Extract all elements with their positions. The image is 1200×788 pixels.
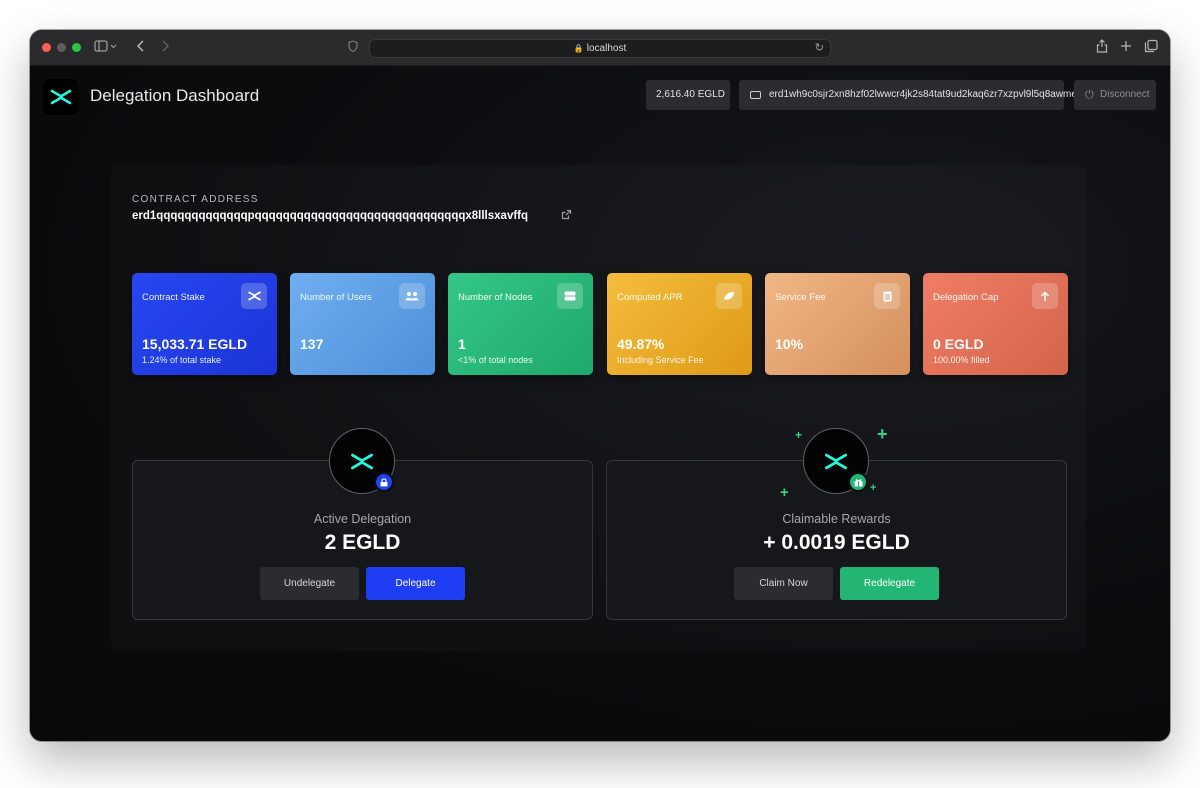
close-window-button[interactable] bbox=[42, 43, 51, 52]
forward-arrow-icon[interactable] bbox=[160, 39, 170, 57]
zoom-window-button[interactable] bbox=[72, 43, 81, 52]
reload-icon[interactable]: ↻ bbox=[815, 40, 824, 57]
wallet-address: erd1wh9c0sjr2xn8hzf02lwwcr4jk2s84tat9ud2… bbox=[769, 89, 1082, 100]
sidebar-toggle-icon[interactable] bbox=[94, 39, 118, 57]
stat-card-delegation-cap: Delegation Cap 0 EGLD 100.00% filled bbox=[923, 273, 1068, 375]
dashboard-page: Delegation Dashboard 2,616.40 EGLD erd1w… bbox=[30, 66, 1170, 741]
delegate-button[interactable]: Delegate bbox=[366, 567, 465, 600]
sparkle-plus-icon: + bbox=[795, 428, 803, 442]
stat-value: 137 bbox=[300, 336, 324, 352]
stat-value: 10% bbox=[775, 336, 804, 352]
stat-label: Computed APR bbox=[617, 292, 683, 303]
power-icon: ⏻ bbox=[1085, 89, 1094, 101]
receipt-icon bbox=[874, 283, 900, 309]
stat-value: 15,033.71 EGLD bbox=[142, 336, 248, 352]
browser-window: 🔒 localhost ↻ Delegation Dashboard 2,616.… bbox=[30, 30, 1170, 741]
sparkle-plus-icon: + bbox=[877, 424, 888, 444]
redelegate-button[interactable]: Redelegate bbox=[840, 567, 939, 600]
contract-address: erd1qqqqqqqqqqqqqpqqqqqqqqqqqqqqqqqqqqqq… bbox=[132, 210, 529, 222]
new-tab-icon[interactable] bbox=[1120, 39, 1132, 57]
page-title: Delegation Dashboard bbox=[90, 86, 260, 105]
leaf-icon bbox=[716, 283, 742, 309]
stat-value: 0 EGLD bbox=[933, 336, 984, 352]
contract-address-label: CONTRACT ADDRESS bbox=[132, 194, 259, 205]
share-icon[interactable] bbox=[1096, 39, 1108, 57]
external-link-icon[interactable] bbox=[561, 209, 572, 223]
multiversx-logo[interactable] bbox=[43, 79, 79, 115]
lock-icon bbox=[374, 472, 394, 492]
browser-titlebar: 🔒 localhost ↻ bbox=[30, 30, 1170, 66]
claimable-rewards-value: + 0.0019 EGLD bbox=[763, 531, 910, 554]
wallet-address-pill[interactable]: erd1wh9c0sjr2xn8hzf02lwwcr4jk2s84tat9ud2… bbox=[739, 80, 1082, 110]
stat-subtext: 100.00% filled bbox=[933, 355, 990, 365]
wallet-balance: 2,616.40 EGLD bbox=[646, 80, 730, 110]
address-bar[interactable]: 🔒 localhost ↻ bbox=[369, 39, 831, 58]
stat-subtext: 1.24% of total stake bbox=[142, 355, 222, 365]
stat-label: Contract Stake bbox=[142, 292, 205, 303]
claim-now-button[interactable]: Claim Now bbox=[734, 567, 833, 600]
claimable-rewards-title: Claimable Rewards bbox=[782, 512, 891, 526]
back-arrow-icon[interactable] bbox=[136, 39, 146, 57]
stat-card-nodes: Number of Nodes 1 <1% of total nodes bbox=[448, 273, 593, 375]
multiversx-icon bbox=[241, 283, 267, 309]
gift-icon bbox=[848, 472, 868, 492]
disconnect-label: Disconnect bbox=[1100, 89, 1150, 100]
stat-label: Delegation Cap bbox=[933, 292, 999, 303]
arrow-up-icon bbox=[1032, 283, 1058, 309]
url-text: localhost bbox=[586, 43, 627, 54]
users-icon bbox=[399, 283, 425, 309]
disconnect-button[interactable]: ⏻ Disconnect bbox=[1074, 80, 1156, 110]
wallet-icon bbox=[750, 91, 761, 99]
stat-card-contract-stake: Contract Stake 15,033.71 EGLD 1.24% of t… bbox=[132, 273, 277, 375]
stat-value: 1 bbox=[458, 336, 466, 352]
stat-subtext: Including Service Fee bbox=[617, 355, 704, 365]
privacy-shield-icon[interactable] bbox=[348, 39, 358, 57]
stat-label: Service Fee bbox=[775, 292, 826, 303]
stat-subtext: <1% of total nodes bbox=[458, 355, 533, 365]
stat-label: Number of Nodes bbox=[458, 292, 533, 303]
stat-card-users: Number of Users 137 bbox=[290, 273, 435, 375]
minimize-window-button[interactable] bbox=[57, 43, 66, 52]
server-icon bbox=[557, 283, 583, 309]
sparkle-plus-icon: + bbox=[780, 484, 789, 501]
stat-label: Number of Users bbox=[300, 292, 372, 303]
active-delegation-title: Active Delegation bbox=[313, 512, 412, 526]
stat-value: 49.87% bbox=[617, 336, 665, 352]
lock-icon: 🔒 bbox=[573, 44, 584, 53]
active-delegation-value: 2 EGLD bbox=[324, 531, 401, 554]
tab-overview-icon[interactable] bbox=[1144, 39, 1158, 57]
sparkle-plus-icon: + bbox=[870, 482, 877, 494]
stat-card-service-fee: Service Fee 10% bbox=[765, 273, 910, 375]
undelegate-button[interactable]: Undelegate bbox=[260, 567, 359, 600]
stat-card-apr: Computed APR 49.87% Including Service Fe… bbox=[607, 273, 752, 375]
